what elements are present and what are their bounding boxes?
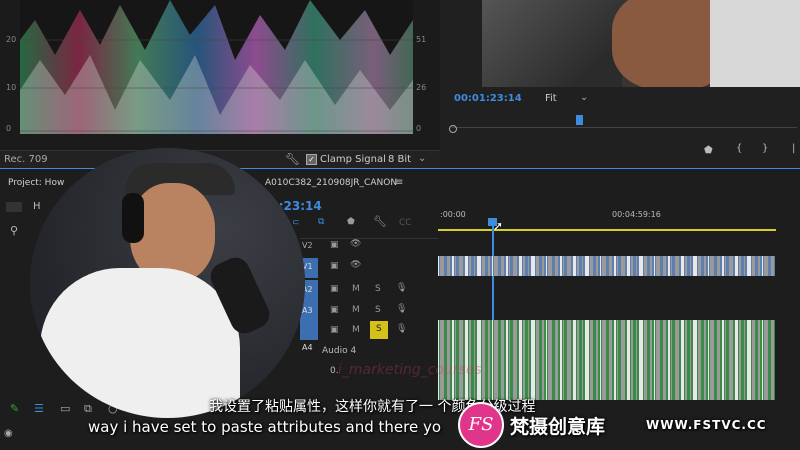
search-icon[interactable]: ⚲ [10, 224, 18, 237]
brand-watermark: FS 梵摄创意库 WWW.FSTVC.CC [452, 400, 800, 450]
lumetri-scope-panel: 20 10 0 51 26 0 [0, 0, 440, 150]
eye-icon[interactable]: 👁︎ [350, 260, 361, 270]
brand-url: WWW.FSTVC.CC [646, 418, 767, 432]
film-icon[interactable]: ▣ [330, 261, 339, 271]
scope-left-tick: 20 [6, 35, 17, 44]
pen-icon[interactable]: ✎ [10, 402, 19, 415]
mute-button[interactable]: M [352, 305, 360, 315]
panel-menu-icon[interactable]: ≡ [395, 177, 403, 188]
mic-icon[interactable]: 🎙︎ [396, 324, 407, 334]
work-area-bar[interactable] [438, 229, 776, 231]
solo-button[interactable]: S [375, 284, 381, 294]
ruler-start-label: :00:00 [440, 210, 466, 219]
audio4-track-name: Audio 4 [322, 346, 357, 356]
in-point-marker[interactable] [449, 125, 457, 133]
add-marker-icon[interactable]: ⬟ [347, 217, 355, 227]
waveform-scope [20, 0, 413, 134]
video-clips-v1[interactable] [438, 256, 775, 276]
clamp-signal-label: Clamp Signal [320, 154, 386, 165]
scope-left-tick: 0 [6, 124, 12, 133]
faint-watermark: i_marketing_courses [338, 362, 482, 378]
goto-in-icon[interactable]: | [792, 143, 795, 154]
sync-lock-icon[interactable]: ▣ [330, 325, 339, 335]
subtitle-english: way i have set to paste attributes and t… [88, 418, 442, 436]
program-timecode[interactable]: 00:01:23:14 [454, 93, 522, 104]
marker-icon[interactable]: ⬟ [704, 145, 713, 156]
sync-lock-icon[interactable]: ▣ [330, 305, 339, 315]
program-video-frame [482, 0, 800, 87]
program-scrubber[interactable] [452, 127, 797, 128]
sync-lock-icon[interactable]: ▣ [330, 284, 339, 294]
scope-left-tick: 10 [6, 83, 17, 92]
fit-select[interactable]: Fit [545, 93, 557, 104]
ruler-mid-label: 00:04:59:16 [612, 210, 661, 219]
brand-name: 梵摄创意库 [510, 416, 606, 438]
mute-button[interactable]: M [352, 284, 360, 294]
chevron-down-icon[interactable]: ⌄ [418, 153, 426, 164]
audio-clips-a4[interactable] [438, 320, 775, 400]
project-toolbar-icon[interactable] [6, 202, 22, 212]
mark-in-icon[interactable]: { [736, 143, 742, 154]
mic-icon[interactable]: 🎙︎ [396, 283, 407, 293]
fs-logo: FS [458, 402, 504, 448]
mark-out-icon[interactable]: } [762, 143, 768, 154]
scope-right-tick: 51 [416, 35, 427, 44]
wrench-icon[interactable]: 🔧︎ [373, 215, 387, 228]
eye-icon[interactable]: 👁︎ [350, 239, 361, 249]
film-icon[interactable]: ▣ [330, 240, 339, 250]
solo-button[interactable]: S [375, 305, 381, 315]
program-playhead[interactable] [576, 115, 583, 125]
captions-icon[interactable]: CC [399, 218, 412, 228]
mic-icon[interactable]: 🎙︎ [396, 304, 407, 314]
snap-icon[interactable]: ⧉ [318, 217, 324, 227]
visibility-icon[interactable]: ◉ [4, 428, 13, 439]
headphones [122, 193, 144, 243]
chevron-down-icon[interactable]: ⌄ [580, 92, 588, 103]
mute-button[interactable]: M [352, 325, 360, 335]
mouse-cursor-icon: ➚ [493, 219, 504, 233]
bit-depth-select[interactable]: 8 Bit [388, 154, 411, 165]
clamp-signal-checkbox[interactable]: ✓ [306, 154, 317, 165]
scope-right-tick: 26 [416, 83, 427, 92]
solo-button-label: S [376, 324, 382, 334]
scope-right-tick: 0 [416, 124, 422, 133]
webcam-overlay [30, 148, 305, 418]
